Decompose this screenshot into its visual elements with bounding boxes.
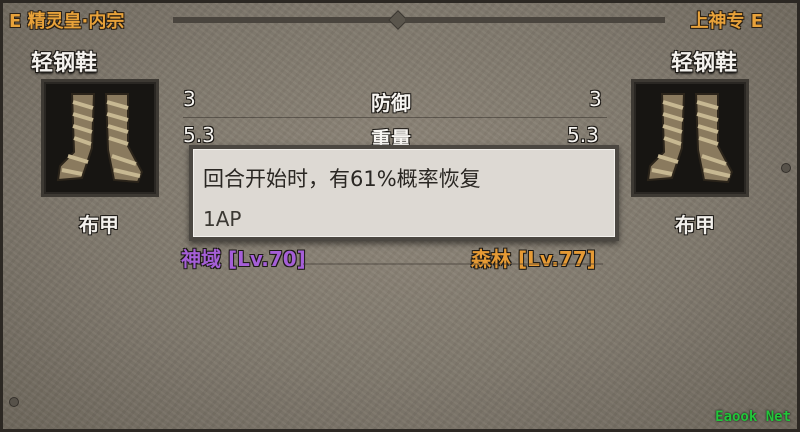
cloth-boots-icon	[56, 93, 144, 184]
tooltip-line-2: 1AP	[203, 207, 242, 231]
defense-label: 防御	[371, 91, 411, 115]
rivet-decoration	[781, 163, 791, 173]
left-item-slot[interactable]	[41, 79, 159, 197]
divider	[303, 263, 603, 265]
right-armor-type: 布甲	[675, 213, 715, 237]
left-character-title: E 精灵皇·内宗	[9, 11, 125, 32]
skill-tooltip: 回合开始时，有61%概率恢复 1AP	[189, 145, 619, 241]
stat-divider	[183, 117, 607, 118]
watermark: Eaook Net	[715, 409, 791, 425]
tooltip-line-1: 回合开始时，有61%概率恢复	[203, 167, 481, 191]
rivet-decoration	[9, 397, 19, 407]
header-ornament	[405, 17, 665, 23]
left-weight-value: 5.3	[183, 123, 215, 147]
right-item-origin: 森林 [Lv.77]	[471, 247, 596, 271]
right-item-name: 轻钢鞋	[671, 51, 738, 76]
right-item-slot[interactable]	[631, 79, 749, 197]
left-armor-type: 布甲	[79, 213, 119, 237]
right-weight-value: 5.3	[567, 123, 599, 147]
header-ornament	[173, 17, 393, 23]
right-character-title: 上神专 E	[690, 11, 763, 32]
left-defense-value: 3	[183, 87, 196, 111]
cloth-boots-icon	[646, 93, 734, 184]
comparison-panel: E 精灵皇·内宗 上神专 E 轻钢鞋 布甲 轻钢鞋 布甲 3 防御 3 5.3 …	[0, 0, 800, 432]
right-defense-value: 3	[589, 87, 602, 111]
panel-header: E 精灵皇·内宗 上神专 E	[3, 3, 797, 33]
left-item-origin: 神域 [Lv.70]	[181, 247, 306, 271]
left-item-name: 轻钢鞋	[31, 51, 98, 76]
